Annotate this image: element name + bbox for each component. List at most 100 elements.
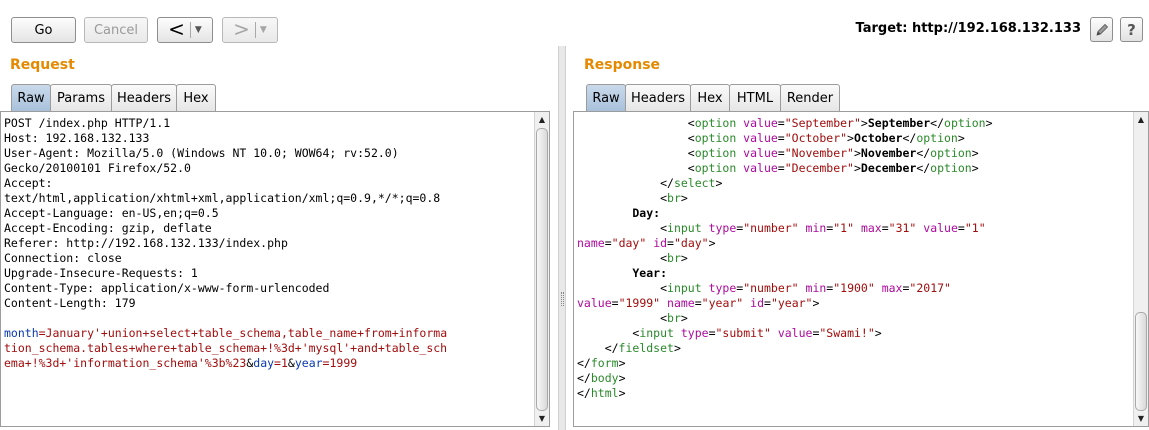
code-token: br bbox=[667, 191, 681, 205]
code-token: body bbox=[590, 371, 619, 385]
code-token: "November" bbox=[784, 146, 854, 160]
forward-button[interactable]: > ▼ bbox=[222, 17, 278, 43]
target-label: Target: http://192.168.132.133 bbox=[855, 21, 1081, 36]
tab-raw[interactable]: Raw bbox=[586, 84, 626, 111]
code-token: > bbox=[853, 146, 861, 160]
code-token: "September" bbox=[784, 116, 861, 130]
scroll-thumb[interactable] bbox=[536, 128, 548, 411]
code-token: > bbox=[618, 356, 626, 370]
chevron-down-icon[interactable]: ▼ bbox=[260, 25, 267, 35]
response-line: <option value="November">November</optio… bbox=[577, 146, 1132, 161]
code-token: type bbox=[701, 221, 737, 235]
code-token: = bbox=[708, 326, 716, 340]
code-token: < bbox=[577, 281, 668, 295]
code-token: > bbox=[715, 176, 723, 190]
scroll-up-icon[interactable]: ▲ bbox=[1134, 112, 1148, 127]
code-token: = bbox=[777, 146, 785, 160]
request-scrollbar[interactable]: ▲ ▼ bbox=[534, 112, 549, 426]
splitter-grip-icon[interactable] bbox=[561, 292, 564, 306]
code-token: min bbox=[798, 281, 827, 295]
back-button[interactable]: < ▼ bbox=[157, 17, 213, 43]
request-text[interactable]: POST /index.php HTTP/1.1 Host: 192.168.13… bbox=[1, 112, 533, 426]
code-token: = bbox=[667, 236, 674, 250]
code-token: ema+!%3d+'information_schema'%3b%23 bbox=[4, 356, 247, 370]
request-header-line bbox=[4, 311, 533, 326]
go-button[interactable]: Go bbox=[11, 17, 76, 43]
pane-splitter[interactable] bbox=[558, 46, 566, 430]
code-token: > bbox=[971, 146, 979, 160]
code-token: min bbox=[798, 221, 827, 235]
code-token: html bbox=[590, 386, 619, 400]
response-line: <br> bbox=[577, 251, 1132, 266]
code-token: </ bbox=[577, 371, 591, 385]
code-token: = bbox=[764, 296, 771, 310]
code-token: > bbox=[708, 236, 716, 250]
response-line: <br> bbox=[577, 311, 1132, 326]
code-token: input bbox=[667, 221, 702, 235]
tab-params[interactable]: Params bbox=[50, 84, 112, 111]
code-token: option bbox=[930, 146, 972, 160]
request-header-line: Connection: close bbox=[4, 251, 122, 265]
code-token: October bbox=[853, 131, 903, 145]
tab-html[interactable]: HTML bbox=[729, 84, 781, 111]
request-header-line: Accept-Encoding: gzip, deflate bbox=[4, 221, 212, 235]
response-title: Response bbox=[584, 57, 661, 73]
help-button[interactable]: ? bbox=[1120, 17, 1143, 42]
code-token: option bbox=[916, 131, 958, 145]
code-token: "day" bbox=[611, 236, 647, 250]
response-line: <input type="submit" value="Swami!"> bbox=[577, 326, 1132, 341]
code-token: </ bbox=[902, 131, 917, 145]
code-token: option bbox=[930, 161, 972, 175]
code-token: "year" bbox=[770, 296, 813, 310]
code-token: value bbox=[770, 326, 813, 340]
scroll-down-icon[interactable]: ▼ bbox=[535, 411, 549, 426]
chevron-down-icon[interactable]: ▼ bbox=[195, 25, 202, 35]
tab-hex[interactable]: Hex bbox=[690, 84, 730, 111]
code-token: </ bbox=[930, 116, 945, 130]
code-token: "1" bbox=[833, 221, 855, 235]
code-token: value bbox=[736, 161, 778, 175]
response-editor[interactable]: <option value="September">September</opt… bbox=[573, 111, 1149, 427]
code-token: > bbox=[618, 386, 626, 400]
tab-headers[interactable]: Headers bbox=[111, 84, 177, 111]
tab-hex[interactable]: Hex bbox=[176, 84, 216, 111]
code-token: br bbox=[667, 251, 681, 265]
forward-arrow-icon: > bbox=[233, 17, 250, 41]
request-header-line: Accept: bbox=[4, 176, 53, 190]
code-token: < bbox=[577, 161, 695, 175]
code-token: "2017" bbox=[909, 281, 951, 295]
code-token: max bbox=[874, 281, 903, 295]
code-token: > bbox=[680, 191, 688, 205]
code-token: tion_schema.tables+where+table_schema+!%… bbox=[4, 341, 448, 355]
tab-render[interactable]: Render bbox=[780, 84, 840, 111]
response-text[interactable]: <option value="September">September</opt… bbox=[574, 112, 1132, 426]
code-token: "number" bbox=[743, 221, 799, 235]
code-token: > bbox=[847, 131, 854, 145]
scroll-down-icon[interactable]: ▼ bbox=[1134, 411, 1148, 426]
code-token: id bbox=[646, 236, 668, 250]
response-scrollbar[interactable]: ▲ ▼ bbox=[1133, 112, 1148, 426]
code-token: "October" bbox=[784, 131, 848, 145]
code-token: < bbox=[577, 221, 668, 235]
edit-target-button[interactable] bbox=[1090, 17, 1113, 42]
scroll-up-icon[interactable]: ▲ bbox=[535, 112, 549, 127]
code-token: =1999 bbox=[322, 356, 358, 370]
request-header-line: text/html,application/xhtml+xml,applicat… bbox=[4, 191, 441, 205]
scroll-thumb[interactable] bbox=[1135, 312, 1147, 411]
request-header-line: Upgrade-Insecure-Requests: 1 bbox=[4, 266, 198, 280]
code-token: & bbox=[287, 356, 295, 370]
code-token: month bbox=[4, 326, 39, 340]
code-token: name bbox=[660, 296, 695, 310]
code-token: "1999" bbox=[618, 296, 661, 310]
tab-headers[interactable]: Headers bbox=[625, 84, 691, 111]
code-token: =1 bbox=[274, 356, 288, 370]
back-arrow-icon: < bbox=[168, 17, 185, 41]
code-token: = bbox=[777, 131, 785, 145]
code-token: option bbox=[694, 161, 737, 175]
code-token: br bbox=[667, 311, 681, 325]
tab-raw[interactable]: Raw bbox=[11, 84, 51, 111]
code-token: "submit" bbox=[715, 326, 771, 340]
request-header-line: Host: 192.168.132.133 bbox=[4, 131, 150, 145]
request-editor[interactable]: POST /index.php HTTP/1.1 Host: 192.168.13… bbox=[0, 111, 550, 427]
cancel-button[interactable]: Cancel bbox=[84, 17, 148, 43]
